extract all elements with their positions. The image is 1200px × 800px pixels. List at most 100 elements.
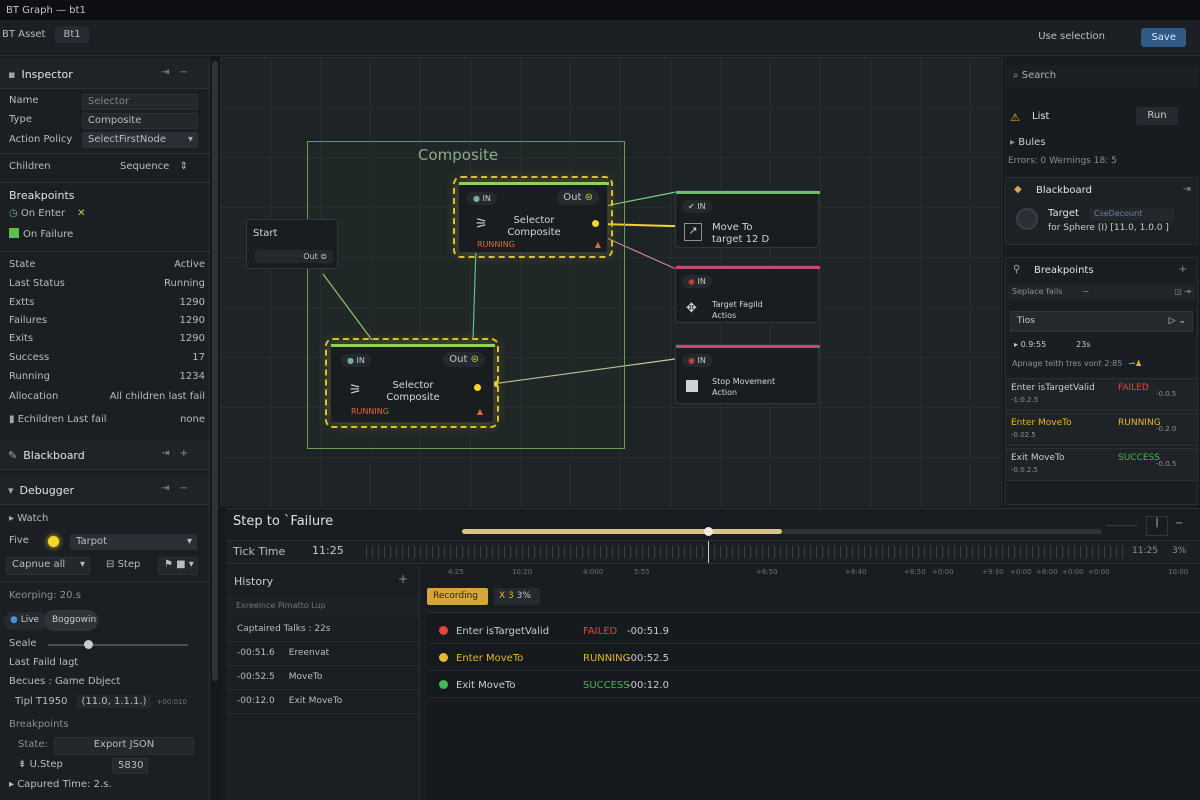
node-subtitle: target 12 D xyxy=(712,234,770,245)
warning-icon: ▲ xyxy=(476,407,483,416)
run-button[interactable]: Run xyxy=(1136,107,1178,125)
stat-label: Allocation xyxy=(9,391,59,402)
history-filter[interactable]: Exreeince Pimatto Lup xyxy=(229,596,419,618)
children-select[interactable]: Sequence ⇕ xyxy=(120,161,196,177)
live-dot-icon: ● xyxy=(10,615,21,625)
name-input[interactable]: Selector xyxy=(82,94,198,110)
blackboard-icon: ◆ xyxy=(1014,184,1022,195)
dock-icon[interactable]: ⇥ xyxy=(1183,184,1191,195)
add-icon[interactable]: + xyxy=(398,572,408,586)
log-row[interactable]: Enter isTargetValid FAILED -1:0.2.5 -0.0.5 xyxy=(1005,378,1198,411)
type-field[interactable]: Composite xyxy=(82,113,198,129)
selector-composite-node-bottom[interactable]: ● IN Out ⊜ ⚞ Selector Composite RUNNING … xyxy=(325,338,499,428)
pause-button[interactable]: | xyxy=(1146,516,1168,536)
tick-label: +0:00 xyxy=(1088,568,1110,576)
stop-movement-node[interactable]: ◉ IN Stop Movement Action xyxy=(675,344,820,404)
tick-label: +8:40 xyxy=(845,568,867,576)
in-label: IN xyxy=(697,277,706,286)
tick-label: +0:00 xyxy=(1010,568,1032,576)
tipt-value[interactable]: (11.0, 1.1.1.) xyxy=(77,695,151,708)
in-port[interactable]: ✔ IN xyxy=(682,200,712,213)
node-status: RUNNING xyxy=(351,407,389,416)
selector-composite-node-top[interactable]: ● IN Out ⊜ ⚞ Selector Composite RUNNING … xyxy=(453,176,613,258)
speed-control[interactable]: X 3 3% xyxy=(494,588,540,605)
in-port[interactable]: ● IN xyxy=(341,354,371,367)
asset-selector[interactable]: Bt1 xyxy=(55,26,89,43)
left-scrollbar[interactable] xyxy=(210,57,220,800)
add-icon[interactable]: + xyxy=(1179,264,1187,275)
target-chip[interactable]: CseDecount xyxy=(1090,208,1174,221)
node-status-bar xyxy=(676,345,820,348)
inspector-header[interactable]: ▪ Inspector ⇥− xyxy=(0,59,209,89)
scale-slider-thumb[interactable] xyxy=(84,640,93,649)
scrubber-fill xyxy=(462,529,782,534)
target-sphere-icon xyxy=(1016,208,1038,230)
step-button[interactable]: ⊟ Step xyxy=(106,559,156,575)
boggowin-toggle[interactable]: Boggowin xyxy=(44,610,98,631)
on-failure-toggle[interactable]: On Failure xyxy=(9,228,205,244)
event-row[interactable]: Enter MoveTo RUNNING -00:52.5 xyxy=(429,645,1200,671)
replace-fails-row[interactable]: Seplace fails − ◲ ⇥ xyxy=(1008,285,1195,301)
event-label: Exit MoveTo xyxy=(456,680,516,691)
history-row[interactable]: -00:51.6 Ereenvat xyxy=(229,642,419,666)
stat-value: Active xyxy=(174,259,205,270)
capture-select[interactable]: Capnue all ▾ xyxy=(6,557,90,575)
start-node[interactable]: Start Out ⊜ xyxy=(246,219,338,269)
scale-slider-track[interactable] xyxy=(48,644,188,646)
right-panel: ⌕ Search ⚠ List Run ▸ Bules Errors: 0 We… xyxy=(1001,57,1200,507)
breakpoints-heading: Breakpoints xyxy=(9,189,75,202)
port-icon: ⊜ xyxy=(470,354,479,365)
out-port[interactable]: Out ⊜ xyxy=(557,190,599,205)
in-port[interactable]: ◉ IN xyxy=(682,275,712,288)
graph-canvas[interactable]: Composite Start Out ⊜ ● IN Out ⊜ ⚞ Selec… xyxy=(220,57,1000,507)
event-row[interactable]: Exit MoveTo SUCCESS -00:12.0 xyxy=(429,672,1200,698)
ruler-ticks xyxy=(366,546,1126,558)
step-mode-select[interactable]: ⚑ ■ ▾ xyxy=(158,557,198,575)
tios-select[interactable]: Tios ▷ ⌄ xyxy=(1010,311,1193,332)
target-failed-node[interactable]: ◉ IN ✥ Target Fagild Actios xyxy=(675,265,820,323)
recording-badge[interactable]: Recording xyxy=(427,588,488,605)
event-label: Enter MoveTo xyxy=(456,653,524,664)
dock-icon: ◲ ⇥ xyxy=(1174,287,1191,296)
port-dot-icon: ● xyxy=(473,194,480,203)
check-icon: ✔ xyxy=(688,202,695,211)
history-row[interactable]: -00:52.5 MoveTo xyxy=(229,666,419,690)
playhead[interactable] xyxy=(708,541,709,563)
in-port[interactable]: ● IN xyxy=(467,192,497,205)
log-row[interactable]: Exit MoveTo SUCCESS -0.0.2.5 -0.0.5 xyxy=(1005,448,1198,481)
scrubber-track[interactable] xyxy=(462,529,1102,534)
minimize-icon[interactable]: − xyxy=(1175,518,1183,529)
watch-toggle[interactable]: ▸ Watch xyxy=(9,513,205,529)
in-port[interactable]: ◉ IN xyxy=(682,354,712,367)
stat-label: Running xyxy=(9,371,50,382)
move-to-node[interactable]: ✔ IN ↗ Move To target 12 D xyxy=(675,190,820,248)
rules-item[interactable]: ▸ Bules xyxy=(1010,137,1046,148)
scrollbar-thumb[interactable] xyxy=(212,61,218,681)
on-enter-toggle[interactable]: ◷ On Enter ✕ xyxy=(9,208,205,224)
panel-tools-icon[interactable]: ⇥+ xyxy=(161,448,198,459)
live-toggle[interactable]: ● Live xyxy=(4,612,48,630)
node-subtitle: Composite xyxy=(386,392,440,403)
becues-label: Becues : Game Dbject xyxy=(9,676,121,687)
tick-label: +9:30 xyxy=(982,568,1004,576)
export-json-button[interactable]: Export JSON xyxy=(54,737,194,755)
debugger-header[interactable]: ▾ Debugger ⇥− xyxy=(0,475,209,505)
out-label: Out xyxy=(303,252,318,261)
blackboard-header[interactable]: ✎ Blackboard ⇥+ xyxy=(0,440,209,470)
panel-tools-icon[interactable]: ⇥− xyxy=(161,67,198,78)
use-selection-button[interactable]: Use selection xyxy=(1038,31,1105,42)
start-out-port[interactable]: Out ⊜ xyxy=(255,250,333,263)
log-row[interactable]: Enter MoveTo RUNNING -0.02.5 -0.2.0 xyxy=(1005,413,1198,446)
event-row[interactable]: Enter isTargetValid FAILED -00:51.9 xyxy=(429,618,1200,644)
action-policy-select[interactable]: SelectFirstNode ▾ xyxy=(82,132,198,148)
stat-row: Failures 1290 xyxy=(9,315,205,331)
on-failure-label: On Failure xyxy=(23,229,74,240)
target-select[interactable]: Tarpot ▾ xyxy=(70,534,197,550)
panel-tools-icon[interactable]: ⇥− xyxy=(161,483,198,494)
history-row[interactable]: -00:12.0 Exit MoveTo xyxy=(229,690,419,714)
save-button[interactable]: Save xyxy=(1141,28,1186,47)
event-status: FAILED xyxy=(583,626,618,637)
out-port[interactable]: Out ⊜ xyxy=(443,352,485,367)
ustep-input[interactable]: 5830 xyxy=(112,758,148,774)
search-input[interactable]: ⌕ Search xyxy=(1005,65,1198,89)
